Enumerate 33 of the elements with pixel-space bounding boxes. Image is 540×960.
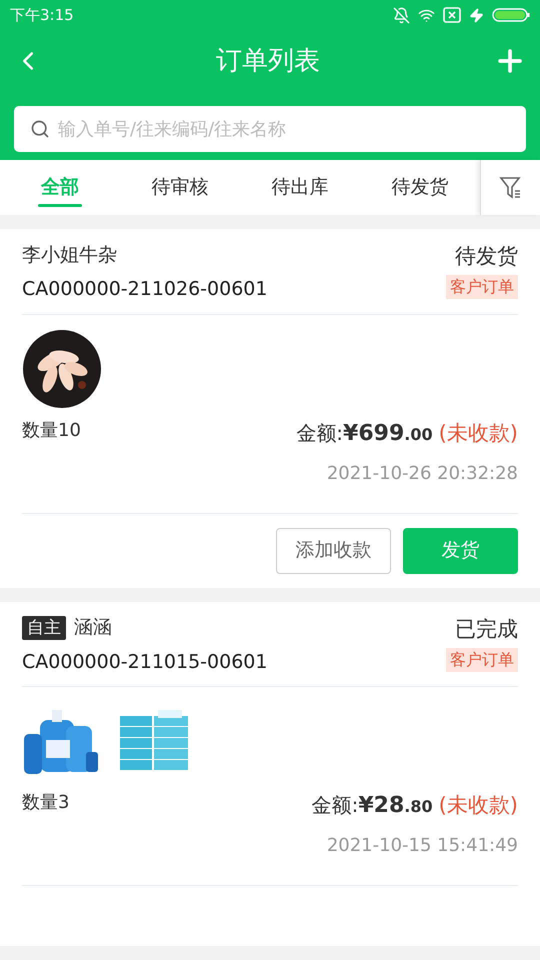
order-date: 2021-10-15 15:41:49 bbox=[326, 834, 518, 858]
search-input[interactable]: 输入单号/往来编码/往来名称 bbox=[58, 116, 510, 142]
quantity-text: 数量3 bbox=[22, 791, 70, 815]
order-card[interactable]: 自主 涵涵 CA000000-211015-00601 已完成 客户订单 数量3 金额:¥28.80 (未收款) 2021-10-15 15:41:49 bbox=[0, 602, 540, 946]
order-date: 2021-10-26 20:32:28 bbox=[326, 462, 518, 486]
page-title: 订单列表 bbox=[216, 44, 320, 78]
filter-tab[interactable]: 待审核 bbox=[120, 160, 240, 215]
bell-off-icon bbox=[393, 6, 410, 24]
battery-icon bbox=[492, 8, 530, 22]
search-icon bbox=[30, 119, 50, 139]
customer-name: 涵涵 bbox=[74, 615, 112, 640]
sim-icon bbox=[443, 7, 461, 23]
order-card[interactable]: 李小姐牛杂 CA000000-211026-00601 待发货 客户订单 数量10 金额:¥699.00 (未收款) 2021-10-26 20:32:28 添加收款 发货 bbox=[0, 229, 540, 588]
filter-icon bbox=[498, 174, 522, 200]
customer-name: 李小姐牛杂 bbox=[22, 242, 117, 268]
filter-tab[interactable]: 待发货 bbox=[360, 160, 480, 215]
payment-status: (未收款) bbox=[438, 420, 518, 446]
status-time: 下午3:15 bbox=[10, 4, 74, 26]
charging-icon bbox=[469, 8, 484, 22]
add-payment-button[interactable]: 添加收款 bbox=[276, 528, 391, 574]
filter-tab[interactable]: 待出库 bbox=[240, 160, 360, 215]
tag-badge: 自主 bbox=[22, 616, 66, 640]
order-status: 已完成 bbox=[455, 616, 518, 642]
order-status: 待发货 bbox=[455, 243, 518, 270]
amount-text: 金额:¥28.80 bbox=[312, 792, 433, 820]
order-number: CA000000-211015-00601 bbox=[22, 650, 268, 674]
payment-status: (未收款) bbox=[438, 792, 518, 819]
amount-text: 金额:¥699.00 bbox=[296, 420, 433, 448]
order-type-badge: 客户订单 bbox=[446, 275, 518, 299]
order-type-badge: 客户订单 bbox=[446, 648, 518, 672]
order-number: CA000000-211026-00601 bbox=[22, 277, 268, 302]
search-field[interactable]: 输入单号/往来编码/往来名称 bbox=[14, 106, 526, 152]
quantity-text: 数量10 bbox=[22, 418, 81, 442]
